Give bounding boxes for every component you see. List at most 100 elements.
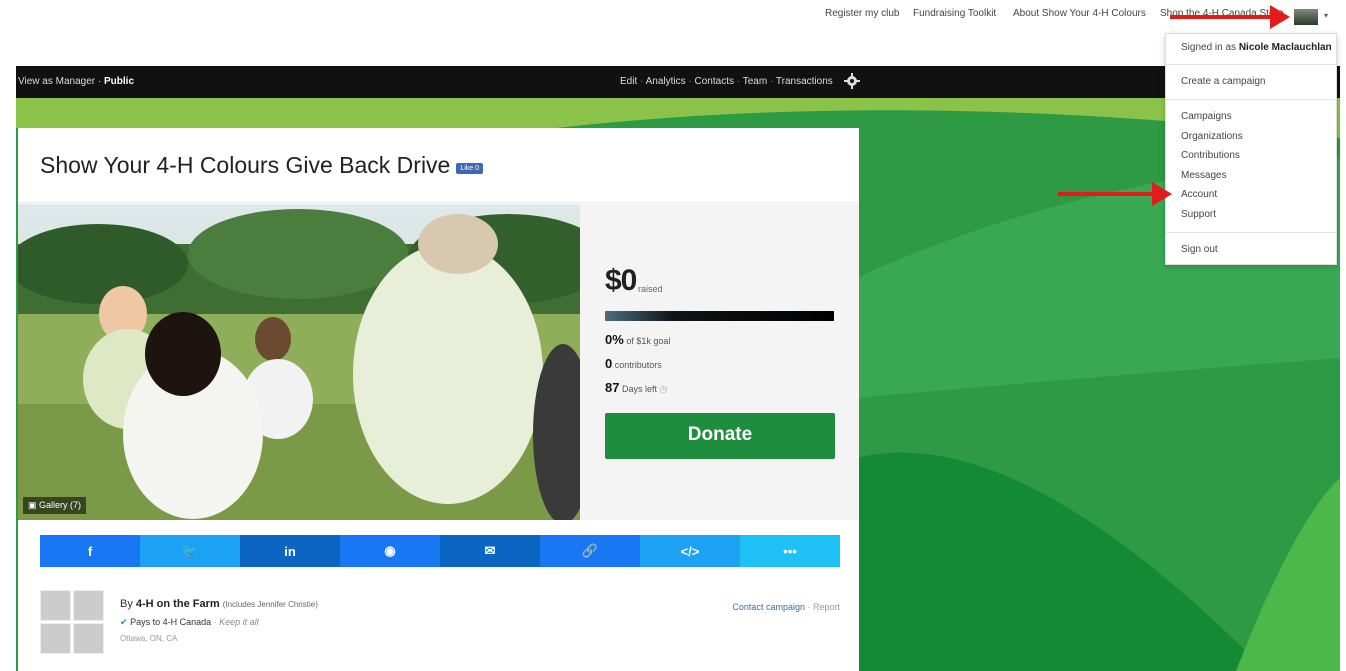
avatar: [40, 590, 71, 621]
gallery-button[interactable]: ▣ Gallery (7): [23, 497, 87, 514]
pays-to-label: Pays to 4-H Canada: [130, 617, 212, 627]
campaign-owner: By 4-H on the Farm (Includes Jennifer Ch…: [40, 590, 840, 660]
avatar: [40, 623, 71, 654]
separator: ·: [97, 76, 102, 87]
owner-avatars: [40, 590, 105, 656]
clock-icon: ◷: [659, 384, 668, 394]
gallery-label: Gallery (7): [39, 500, 82, 510]
owner-location: Ottawa, ON, CA: [120, 634, 178, 643]
menu-item-support[interactable]: Support: [1181, 209, 1216, 220]
facebook-icon: f: [87, 543, 93, 559]
donate-button[interactable]: Donate: [605, 413, 835, 459]
campaign-stats: $0 raised 0% of $1k goal 0 contributors …: [580, 204, 859, 520]
register-club-link[interactable]: Register my club: [825, 8, 899, 19]
campaign-image: [18, 204, 580, 520]
annotation-arrow-account: [1058, 182, 1172, 206]
annotation-arrow-avatar: [1170, 5, 1290, 29]
goal-percent: 0% of $1k goal: [605, 332, 670, 347]
view-as: View as Manager · Public: [18, 76, 134, 87]
messenger-share-button[interactable]: ◉: [340, 535, 440, 567]
linkedin-share-button[interactable]: in: [240, 535, 340, 567]
menu-item-campaigns[interactable]: Campaigns: [1181, 111, 1232, 122]
create-campaign-link[interactable]: Create a campaign: [1181, 76, 1266, 87]
about-link[interactable]: About Show Your 4-H Colours: [1013, 8, 1146, 19]
separator: ·: [769, 76, 774, 87]
share-bar: f 🐦 in ◉ ✉ 🔗 </> •••: [40, 535, 840, 567]
contacts-link[interactable]: Contacts: [695, 76, 734, 87]
amount-raised: $0: [605, 264, 637, 297]
team-link[interactable]: Team: [743, 76, 767, 87]
campaign-header: Show Your 4-H Colours Give Back Drive Lik…: [18, 128, 859, 203]
messenger-icon: ◉: [384, 543, 396, 558]
goal-percent-label: of $1k goal: [626, 336, 671, 346]
owner-includes: (Includes Jennifer Christie): [222, 600, 318, 609]
campaign-title: Show Your 4-H Colours Give Back Drive: [40, 152, 451, 178]
edit-link[interactable]: Edit: [620, 76, 637, 87]
chevron-down-icon: ▾: [1324, 11, 1329, 20]
days-left: 87 Days left ◷: [605, 380, 667, 395]
embed-icon: </>: [680, 543, 700, 559]
signed-in-label: Signed in as: [1181, 42, 1237, 53]
days-left-value: 87: [605, 380, 620, 395]
avatar-menu-button[interactable]: ▾: [1294, 9, 1334, 27]
separator: ·: [736, 76, 741, 87]
contributors-value: 0: [605, 356, 613, 371]
transactions-link[interactable]: Transactions: [776, 76, 833, 87]
sign-out-link[interactable]: Sign out: [1181, 244, 1218, 255]
email-icon: ✉: [484, 543, 496, 558]
manager-links: Edit · Analytics · Contacts · Team · Tra…: [620, 76, 833, 87]
link-icon: 🔗: [581, 543, 599, 558]
avatar: [1294, 9, 1318, 25]
menu-item-account[interactable]: Account: [1181, 189, 1217, 200]
owner-name-link[interactable]: 4-H on the Farm: [136, 598, 220, 610]
avatar: [73, 623, 104, 654]
manager-bar: View as Manager · Public Edit · Analytic…: [16, 66, 1340, 98]
separator: ·: [688, 76, 692, 87]
linkedin-icon: in: [284, 543, 296, 559]
report-link[interactable]: Report: [813, 602, 840, 612]
more-icon: •••: [783, 543, 797, 559]
contributors-label: contributors: [614, 360, 662, 370]
menu-item-messages[interactable]: Messages: [1181, 170, 1227, 181]
menu-item-contributions[interactable]: Contributions: [1181, 150, 1240, 161]
separator: ·: [640, 76, 644, 87]
page-title: Show Your 4-H Colours Give Back Drive Lik…: [40, 152, 484, 179]
contact-links: Contact campaign · Report: [732, 602, 840, 612]
divider: [1166, 99, 1336, 100]
amount-raised-label: raised: [638, 284, 663, 294]
by-label: By: [120, 598, 133, 610]
view-as-public-link[interactable]: Public: [104, 76, 134, 87]
divider: [1166, 232, 1336, 233]
analytics-link[interactable]: Analytics: [646, 76, 686, 87]
signed-in-user: Nicole Maclauchlan: [1238, 42, 1332, 53]
goal-percent-value: 0%: [605, 332, 624, 347]
verified-icon: ✔: [120, 617, 128, 627]
facebook-share-button[interactable]: f: [40, 535, 140, 567]
user-dropdown-menu: Signed in as Nicole Maclauchlan Create a…: [1165, 33, 1337, 265]
image-icon: ▣: [28, 500, 40, 510]
pays-to: ✔ Pays to 4-H Canada · Keep it all: [120, 617, 259, 628]
keep-it-all-label: Keep it all: [219, 617, 259, 627]
facebook-like-button[interactable]: Like 0: [456, 163, 484, 174]
avatar: [73, 590, 104, 621]
view-as-manager-link[interactable]: Manager: [56, 76, 95, 87]
campaign-photo[interactable]: ▣ Gallery (7): [18, 204, 580, 520]
embed-share-button[interactable]: </>: [640, 535, 740, 567]
days-left-label: Days left: [621, 384, 657, 394]
top-nav: Register my club Fundraising Toolkit Abo…: [0, 0, 1346, 30]
owner-line: By 4-H on the Farm (Includes Jennifer Ch…: [120, 598, 318, 610]
contact-campaign-link[interactable]: Contact campaign: [732, 602, 805, 612]
gear-icon[interactable]: [844, 73, 860, 89]
menu-item-organizations[interactable]: Organizations: [1181, 131, 1243, 142]
divider: [1166, 64, 1336, 65]
view-as-label: View as: [18, 76, 53, 87]
progress-bar: [605, 311, 834, 321]
twitter-icon: 🐦: [181, 543, 199, 558]
campaign-card: Show Your 4-H Colours Give Back Drive Lik…: [18, 128, 859, 671]
twitter-share-button[interactable]: 🐦: [140, 535, 240, 567]
link-share-button[interactable]: 🔗: [540, 535, 640, 567]
email-share-button[interactable]: ✉: [440, 535, 540, 567]
signed-in-as: Signed in as Nicole Maclauchlan: [1181, 42, 1332, 53]
fundraising-toolkit-link[interactable]: Fundraising Toolkit: [913, 8, 996, 19]
more-share-button[interactable]: •••: [740, 535, 840, 567]
